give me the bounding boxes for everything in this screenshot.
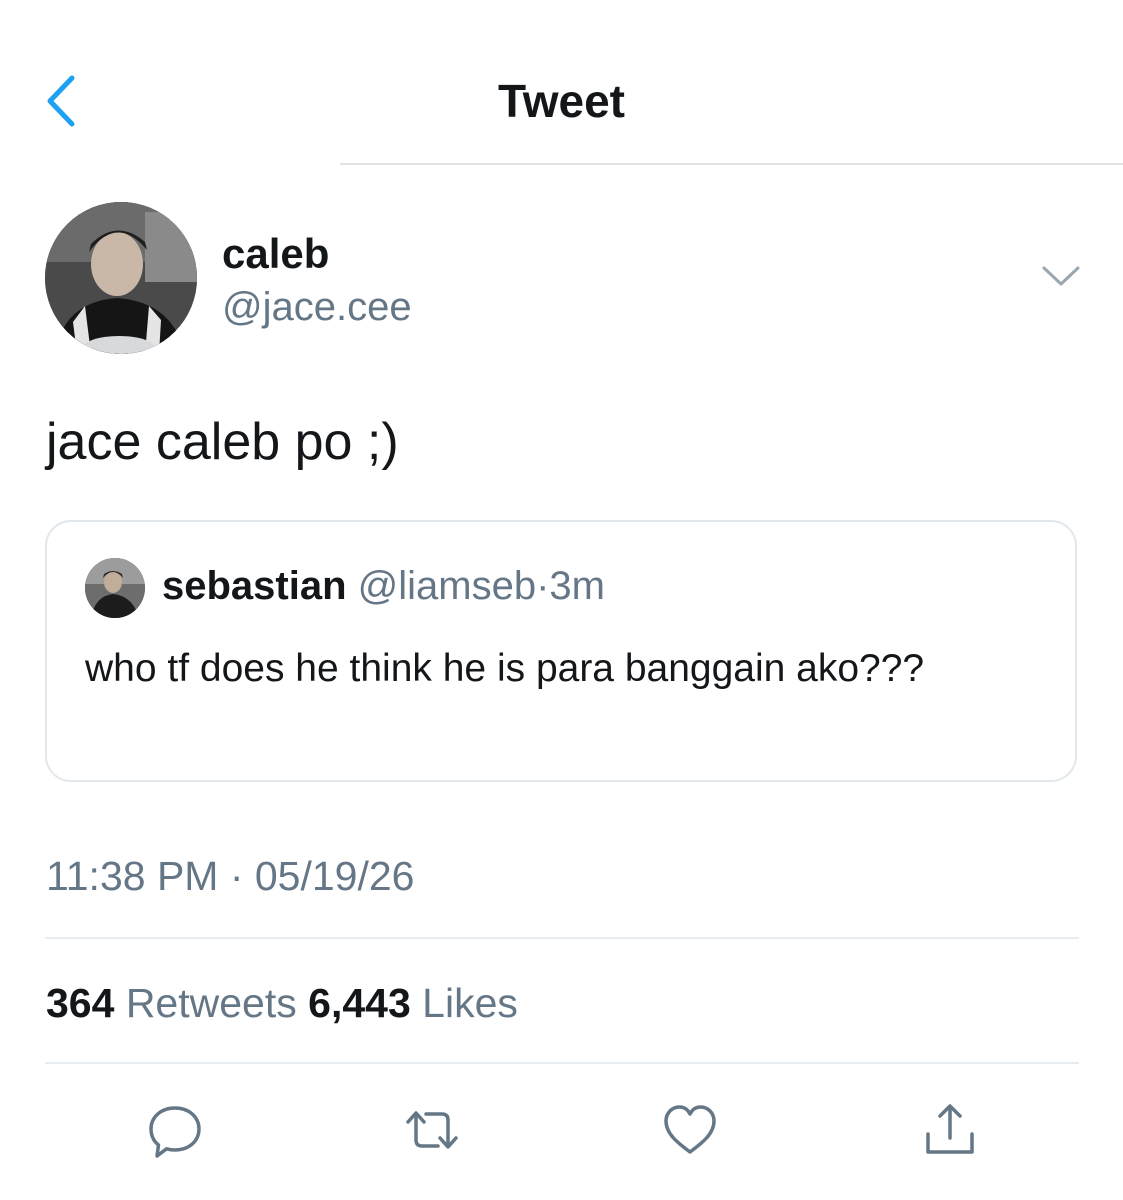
page-title: Tweet (498, 75, 625, 127)
heart-icon (664, 1105, 716, 1154)
quoted-tweet-header: sebastian @liamseb·3m (162, 564, 605, 609)
like-button[interactable] (658, 1098, 722, 1162)
likes-count: 6,443 (308, 980, 411, 1026)
retweet-icon (406, 1111, 458, 1149)
divider (45, 1062, 1079, 1064)
reply-button[interactable] (143, 1098, 207, 1162)
share-button[interactable] (918, 1098, 982, 1162)
retweet-button[interactable] (400, 1098, 464, 1162)
author-avatar[interactable] (45, 202, 197, 354)
author-handle[interactable]: @jace.cee (222, 285, 412, 330)
header-divider (340, 163, 1123, 165)
divider (45, 937, 1079, 939)
tweet-detail-screen: Tweet caleb @jace.cee jace caleb po ;) s… (0, 0, 1123, 1200)
quoted-display-name: sebastian (162, 564, 347, 608)
top-navigation-bar: Tweet (0, 0, 1123, 165)
author-display-name[interactable]: caleb (222, 230, 329, 278)
tweet-timestamp: 11:38 PM · 05/19/26 (46, 853, 415, 899)
quoted-separator: · (536, 564, 550, 608)
share-icon (926, 1104, 974, 1154)
likes-label: Likes (422, 980, 518, 1026)
quoted-time: 3m (549, 564, 605, 608)
quoted-profile-photo (85, 558, 145, 618)
tweet-text: jace caleb po ;) (46, 413, 399, 471)
quoted-author-avatar (85, 558, 145, 618)
retweets-stat[interactable]: 364 Retweets (46, 980, 308, 1026)
engagement-stats: 364 Retweets 6,443 Likes (46, 980, 518, 1027)
chevron-down-icon (1042, 266, 1080, 286)
quoted-handle: @liamseb (357, 564, 537, 608)
profile-photo (45, 202, 197, 354)
likes-stat[interactable]: 6,443 Likes (308, 980, 518, 1026)
retweets-label: Retweets (125, 980, 297, 1026)
reply-icon (149, 1106, 201, 1158)
retweets-count: 364 (46, 980, 115, 1026)
quoted-tweet-card[interactable]: sebastian @liamseb·3m who tf does he thi… (45, 520, 1077, 782)
more-options-button[interactable] (1040, 262, 1082, 292)
quoted-tweet-text: who tf does he think he is para banggain… (85, 647, 925, 690)
